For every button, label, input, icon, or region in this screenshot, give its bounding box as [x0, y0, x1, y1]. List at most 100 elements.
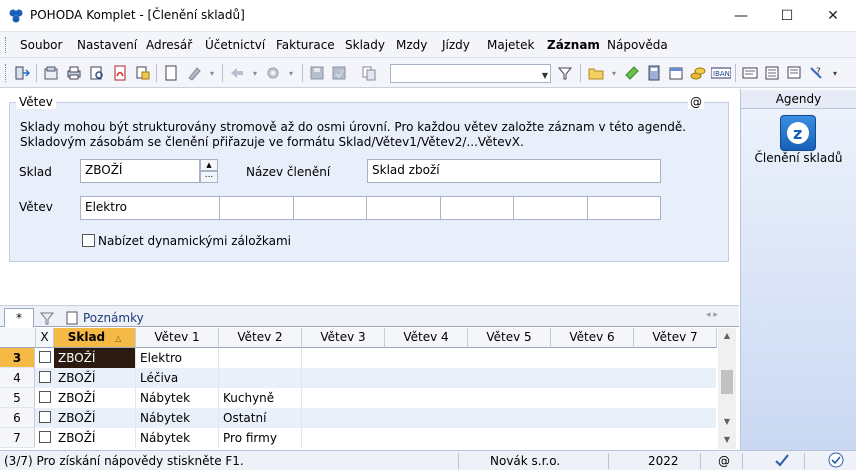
vetev-field-3[interactable]: [293, 196, 367, 220]
col-header-x[interactable]: X: [36, 328, 54, 348]
col-header-sklad[interactable]: Sklad △: [54, 328, 136, 348]
cell-sklad[interactable]: ZBOŽÍ: [54, 348, 136, 368]
tab-star[interactable]: *: [4, 308, 34, 327]
iban-icon[interactable]: IBAN: [711, 64, 731, 82]
menu-ucetnictvi[interactable]: Účetnictví: [205, 38, 265, 52]
help-icon[interactable]: ?: [807, 64, 825, 82]
status-year[interactable]: 2022: [648, 454, 679, 468]
save-all-icon[interactable]: [330, 64, 348, 82]
table-row[interactable]: 3 ZBOŽÍ Elektro: [0, 348, 716, 368]
menu-mzdy[interactable]: Mzdy: [396, 38, 427, 52]
coins-icon[interactable]: [689, 64, 707, 82]
row-number[interactable]: 7: [0, 428, 35, 448]
sklad-field[interactable]: ZBOŽÍ: [80, 159, 200, 183]
calculator-icon[interactable]: [645, 64, 663, 82]
row-checkbox[interactable]: [39, 351, 51, 363]
col-header-vetev-7[interactable]: Větev 7: [634, 328, 717, 348]
edit-dropdown-icon[interactable]: ▾: [203, 64, 221, 82]
col-header-vetev-5[interactable]: Větev 5: [468, 328, 551, 348]
scroll-down-icon[interactable]: ▼: [718, 414, 736, 430]
vetev-field-6[interactable]: [513, 196, 588, 220]
document-icon[interactable]: [785, 64, 803, 82]
payment-icon[interactable]: [623, 64, 641, 82]
ellipsis-button[interactable]: ...: [200, 171, 218, 183]
open-agenda-icon[interactable]: [42, 64, 60, 82]
table-row[interactable]: 6 ZBOŽÍ Nábytek Ostatní: [0, 408, 716, 428]
edit-record-icon[interactable]: [185, 64, 203, 82]
cell-sklad[interactable]: ZBOŽÍ: [54, 388, 136, 408]
tab-scroll-arrows[interactable]: ◂ ▸: [706, 310, 718, 320]
copy-icon[interactable]: [360, 64, 378, 82]
calendar-icon[interactable]: [667, 64, 685, 82]
table-scrollbar[interactable]: ▲ ▼ ▼: [718, 328, 736, 449]
minimize-button[interactable]: —: [718, 0, 764, 32]
cell-vetev-1[interactable]: Nábytek: [136, 408, 219, 428]
row-checkbox[interactable]: [39, 371, 51, 383]
settings-dropdown-icon[interactable]: ▾: [282, 64, 300, 82]
filter-icon[interactable]: [556, 64, 574, 82]
scroll-up-icon[interactable]: ▲: [718, 328, 736, 344]
status-ok-icon[interactable]: [828, 452, 844, 471]
back-arrow-icon[interactable]: [228, 64, 246, 82]
row-number[interactable]: 5: [0, 388, 35, 408]
cell-sklad[interactable]: ZBOŽÍ: [54, 368, 136, 388]
maximize-button[interactable]: ☐: [764, 0, 810, 32]
sklad-picker[interactable]: ▲ ...: [200, 159, 218, 183]
col-header-vetev-1[interactable]: Větev 1: [136, 328, 219, 348]
exit-agenda-icon[interactable]: [13, 64, 31, 82]
menu-adresar[interactable]: Adresář: [146, 38, 192, 52]
menu-fakturace[interactable]: Fakturace: [276, 38, 335, 52]
scroll-thumb[interactable]: [721, 370, 733, 394]
row-checkbox[interactable]: [39, 391, 51, 403]
at-sign-icon[interactable]: @: [688, 95, 704, 109]
col-header-vetev-6[interactable]: Větev 6: [551, 328, 634, 348]
cell-sklad[interactable]: ZBOŽÍ: [54, 408, 136, 428]
cell-vetev-2[interactable]: [219, 368, 302, 388]
cell-vetev-1[interactable]: Léčiva: [136, 368, 219, 388]
folder-dropdown-icon[interactable]: ▾: [605, 64, 623, 82]
menu-jizdy[interactable]: Jízdy: [442, 38, 470, 52]
tab-filter-icon[interactable]: [40, 308, 58, 327]
menu-nastaveni[interactable]: Nastavení: [77, 38, 137, 52]
status-company[interactable]: Novák s.r.o.: [490, 454, 560, 468]
cell-vetev-2[interactable]: Pro firmy: [219, 428, 302, 448]
menu-napoveda[interactable]: Nápověda: [607, 38, 668, 52]
menu-soubor[interactable]: Soubor: [20, 38, 62, 52]
dynamic-tabs-checkbox[interactable]: [82, 234, 95, 247]
back-dropdown-icon[interactable]: ▾: [246, 64, 264, 82]
cell-vetev-2[interactable]: Kuchyně: [219, 388, 302, 408]
cell-vetev-2[interactable]: [219, 348, 302, 368]
vetev-field-5[interactable]: [440, 196, 514, 220]
col-header-vetev-4[interactable]: Větev 4: [385, 328, 468, 348]
row-number[interactable]: 4: [0, 368, 35, 388]
row-checkbox[interactable]: [39, 431, 51, 443]
row-number[interactable]: 3: [0, 348, 35, 368]
table-row[interactable]: 7 ZBOŽÍ Nábytek Pro firmy: [0, 428, 716, 448]
new-record-icon[interactable]: [162, 64, 180, 82]
save-icon[interactable]: [308, 64, 326, 82]
close-button[interactable]: ✕: [810, 0, 856, 32]
vetev-field-7[interactable]: [587, 196, 661, 220]
help-dropdown-icon[interactable]: ▾: [826, 64, 844, 82]
col-header-vetev-2[interactable]: Větev 2: [219, 328, 302, 348]
cell-vetev-1[interactable]: Elektro: [136, 348, 219, 368]
vetev-field-4[interactable]: [366, 196, 441, 220]
tab-poznamky[interactable]: Poznámky: [66, 308, 146, 327]
list-icon[interactable]: [763, 64, 781, 82]
message-icon[interactable]: [741, 64, 759, 82]
folder-icon[interactable]: [587, 64, 605, 82]
row-checkbox[interactable]: [39, 411, 51, 423]
cell-vetev-2[interactable]: Ostatní: [219, 408, 302, 428]
agenda-item-label[interactable]: Členění skladů: [741, 151, 856, 165]
settings-gear-icon[interactable]: [264, 64, 282, 82]
pdf-icon[interactable]: [111, 64, 129, 82]
cell-sklad[interactable]: ZBOŽÍ: [54, 428, 136, 448]
table-row[interactable]: 4 ZBOŽÍ Léčiva: [0, 368, 716, 388]
export-icon[interactable]: [134, 64, 152, 82]
vetev-field-2[interactable]: [219, 196, 294, 220]
print-preview-icon[interactable]: [88, 64, 106, 82]
row-number[interactable]: 6: [0, 408, 35, 428]
status-at-icon[interactable]: @: [718, 454, 730, 468]
cell-vetev-1[interactable]: Nábytek: [136, 428, 219, 448]
table-row[interactable]: 5 ZBOŽÍ Nábytek Kuchyně: [0, 388, 716, 408]
